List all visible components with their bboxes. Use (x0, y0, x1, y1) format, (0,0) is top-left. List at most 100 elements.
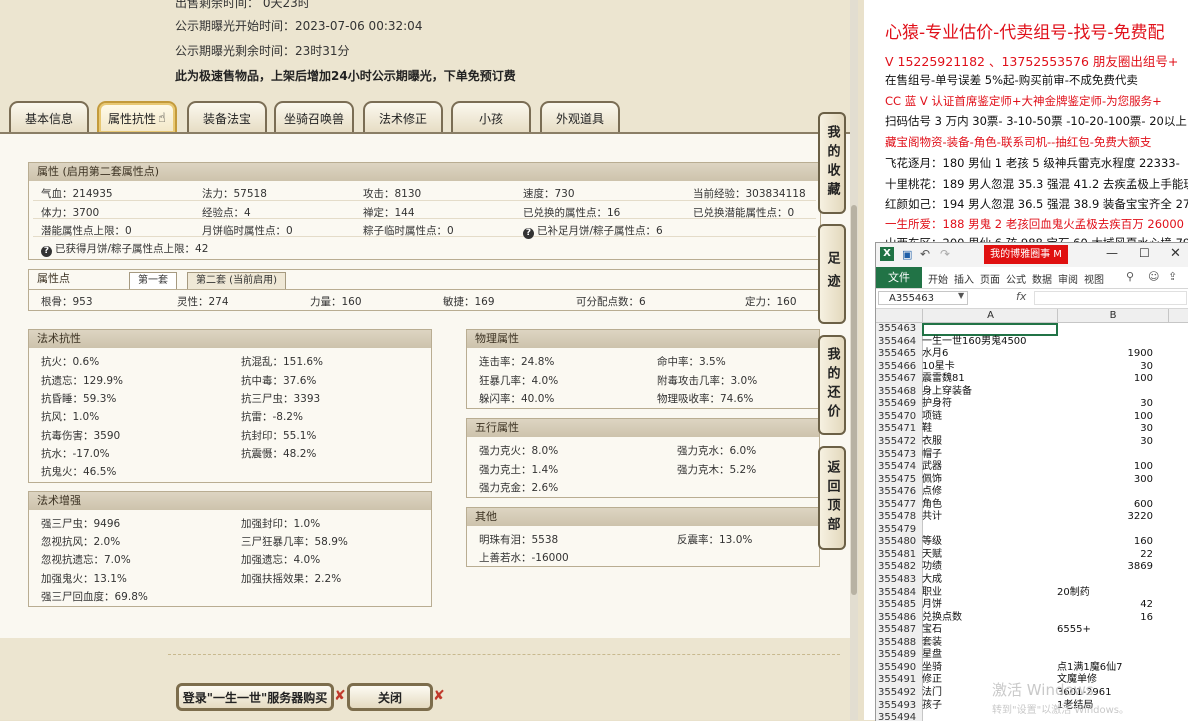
sheet-row[interactable]: 355463 (876, 323, 1188, 336)
cell-b[interactable]: 22 (1057, 549, 1153, 562)
cell-a[interactable]: 兑换点数 (922, 612, 1057, 625)
sheet-row[interactable]: 355481 天赋 22 (876, 549, 1188, 562)
back-to-top-button[interactable]: 返回顶部 (818, 446, 846, 550)
cell-b[interactable]: 3869 (1057, 561, 1153, 574)
cell-b[interactable]: 300 (1057, 474, 1153, 487)
cell-b[interactable]: 30 (1057, 398, 1153, 411)
sheet-row[interactable]: 355478 共计 3220 (876, 511, 1188, 524)
column-header-b[interactable]: B (1057, 309, 1169, 322)
sheet-row[interactable]: 355483 大成 (876, 574, 1188, 587)
tab-spell-modifiers[interactable]: 法术修正 (363, 101, 443, 133)
cell-b[interactable]: 16 (1057, 612, 1153, 625)
undo-icon[interactable]: ↶ (920, 247, 930, 261)
cell-a[interactable]: 共计 (922, 511, 1057, 524)
sheet-row[interactable]: 355465 水月6 1900 (876, 348, 1188, 361)
sheet-row[interactable]: 355488 套装 (876, 637, 1188, 650)
sheet-row[interactable]: 355489 星盘 (876, 649, 1188, 662)
scrollbar-thumb[interactable] (851, 205, 857, 595)
cell-a[interactable]: 佩饰 (922, 474, 1057, 487)
tab-point-set-1[interactable]: 第一套 (129, 272, 177, 290)
sheet-row[interactable]: 355482 功绩 3869 (876, 561, 1188, 574)
question-icon[interactable]: ? (523, 228, 534, 239)
redo-icon[interactable]: ↷ (940, 247, 950, 261)
cell-b[interactable]: 30 (1057, 423, 1153, 436)
cell-a[interactable]: 鞋 (922, 423, 1057, 436)
cell-a[interactable]: 点修 (922, 486, 1057, 499)
sheet-row[interactable]: 355474 武器 100 (876, 461, 1188, 474)
cell-b[interactable]: 42 (1057, 599, 1153, 612)
sheet-row[interactable]: 355472 衣服 30 (876, 436, 1188, 449)
cell-a[interactable]: 星盘 (922, 649, 1057, 662)
cell-b[interactable]: 点1满1魔6仙7 (1057, 662, 1160, 675)
cell-a[interactable]: 身上穿装备 (922, 386, 1057, 399)
sheet-row[interactable]: 355467 震雷魏81 100 (876, 373, 1188, 386)
sheet-row[interactable]: 355487 宝石 6555+ (876, 624, 1188, 637)
cell-a[interactable]: 功绩 (922, 561, 1057, 574)
ribbon-tab[interactable]: 页面 (980, 271, 1000, 286)
maximize-icon[interactable]: ☐ (1139, 246, 1150, 260)
tab-children[interactable]: 小孩 (451, 101, 531, 133)
cell-a[interactable]: 震雷魏81 (922, 373, 1057, 386)
cell-a[interactable]: 职业 (922, 587, 1057, 600)
sheet-row[interactable]: 355476 点修 (876, 486, 1188, 499)
cell-a[interactable]: 武器 (922, 461, 1057, 474)
account-icon[interactable]: ☺ (1148, 270, 1159, 283)
cell-b[interactable]: 30 (1057, 361, 1153, 374)
cell-b[interactable]: 100 (1057, 411, 1153, 424)
share-icon[interactable]: ⇪ (1168, 270, 1177, 283)
close-window-icon[interactable]: ✕ (1170, 246, 1181, 261)
column-header-a[interactable]: A (922, 309, 1058, 322)
cell-b[interactable]: 20制药 (1057, 587, 1160, 600)
tab-equipment[interactable]: 装备法宝 (187, 101, 267, 133)
tab-basic-info[interactable]: 基本信息 (9, 101, 89, 133)
sheet-row[interactable]: 355466 10星卡 30 (876, 361, 1188, 374)
sheet-row[interactable]: 355475 佩饰 300 (876, 474, 1188, 487)
cell-b[interactable]: 30 (1057, 436, 1153, 449)
question-icon[interactable]: ? (41, 246, 52, 257)
cell-a[interactable]: 角色 (922, 499, 1057, 512)
cell-a[interactable]: 水月6 (922, 348, 1057, 361)
cell-a[interactable]: 套装 (922, 637, 1057, 650)
ribbon-tab[interactable]: 审阅 (1058, 271, 1078, 286)
sheet-row[interactable]: 355464 一生一世160男鬼4500 (876, 336, 1188, 349)
cell-a[interactable]: 坐骑 (922, 662, 1057, 675)
cell-a[interactable]: 大成 (922, 574, 1057, 587)
cell-a[interactable]: 护身符 (922, 398, 1057, 411)
save-icon[interactable]: ▣ (902, 248, 912, 261)
ribbon-tab-file[interactable]: 文件 (876, 267, 922, 288)
cell-b[interactable]: 160 (1057, 536, 1153, 549)
cell-a[interactable]: 项链 (922, 411, 1057, 424)
cell-a[interactable]: 宝石 (922, 624, 1057, 637)
my-counteroffer-button[interactable]: 我的还价 (818, 335, 846, 435)
search-icon[interactable]: ⚲ (1126, 270, 1134, 283)
sheet-row[interactable]: 355473 帽子 (876, 449, 1188, 462)
cell-b[interactable]: 100 (1057, 461, 1153, 474)
cell-a[interactable]: 天赋 (922, 549, 1057, 562)
ribbon-tab[interactable]: 数据 (1032, 271, 1052, 286)
sheet-row[interactable]: 355477 角色 600 (876, 499, 1188, 512)
ribbon-tab[interactable]: 插入 (954, 271, 974, 286)
sheet-row[interactable]: 355468 身上穿装备 (876, 386, 1188, 399)
cell-b[interactable]: 100 (1057, 373, 1153, 386)
close-button[interactable]: 关闭 (347, 683, 433, 711)
cell-a[interactable]: 一生一世160男鬼4500 (922, 336, 1057, 349)
cell-a[interactable]: 帽子 (922, 449, 1057, 462)
cell-b[interactable]: 6555+ (1057, 624, 1160, 637)
cell-b[interactable]: 3220 (1057, 511, 1153, 524)
cell-a[interactable]: 衣服 (922, 436, 1057, 449)
my-favorites-button[interactable]: 我的收藏 (818, 112, 846, 214)
chevron-down-icon[interactable]: ▼ (958, 291, 964, 300)
history-button[interactable]: 足迹 (818, 224, 846, 324)
sheet-row[interactable]: 355469 护身符 30 (876, 398, 1188, 411)
sheet-row[interactable]: 355486 兑换点数 16 (876, 612, 1188, 625)
sheet-row[interactable]: 355484 职业 20制药 (876, 587, 1188, 600)
cell-a[interactable]: 月饼 (922, 599, 1057, 612)
login-server-buy-button[interactable]: 登录"一生一世"服务器购买 (176, 683, 334, 711)
ribbon-tab[interactable]: 公式 (1006, 271, 1026, 286)
sheet-row[interactable]: 355479 (876, 524, 1188, 537)
tab-point-set-2[interactable]: 第二套 (当前启用) (187, 272, 286, 290)
sheet-row[interactable]: 355470 项链 100 (876, 411, 1188, 424)
cell-b[interactable]: 1900 (1057, 348, 1153, 361)
cell-b[interactable]: 600 (1057, 499, 1153, 512)
cell-a[interactable]: 等级 (922, 536, 1057, 549)
